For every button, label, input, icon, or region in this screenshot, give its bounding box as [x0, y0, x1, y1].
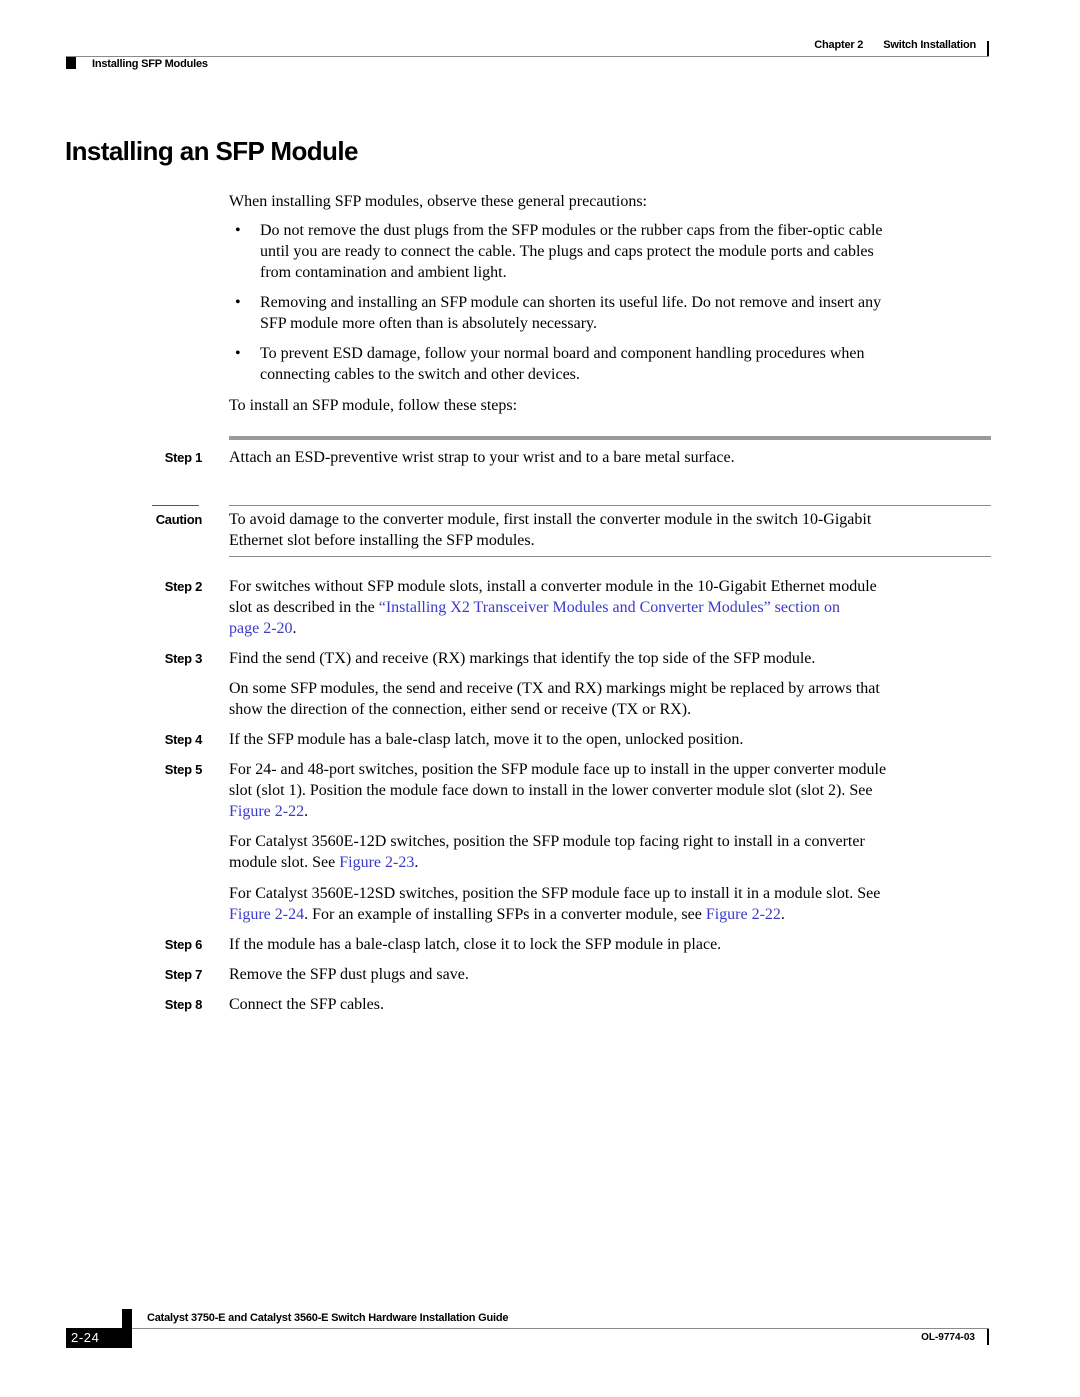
step-text: Remove the SFP dust plugs and save. — [229, 966, 469, 983]
document-number: OL-9774-03 — [921, 1332, 975, 1343]
procedure-rule — [229, 436, 991, 440]
precaution-item: • Do not remove the dust plugs from the … — [235, 222, 883, 281]
figure-link[interactable]: Figure 2-22 — [229, 803, 304, 820]
running-header-section: Installing SFP Modules — [92, 58, 208, 70]
step-label: Step 5 — [164, 762, 203, 777]
figure-link[interactable]: Figure 2-23 — [339, 854, 414, 871]
footer-bar-marker — [987, 1329, 989, 1345]
step-label: Step 7 — [164, 967, 203, 982]
bullet-icon: • — [235, 345, 241, 362]
page-reference-link[interactable]: page 2-20 — [229, 620, 293, 637]
running-header-chapter: Chapter 2 Switch Installation — [814, 39, 976, 51]
step-text: For 24- and 48-port switches, position t… — [229, 761, 887, 820]
precaution-item: • To prevent ESD damage, follow your nor… — [235, 345, 865, 383]
step-label: Step 3 — [164, 651, 203, 666]
step-text: For switches without SFP module slots, i… — [229, 578, 877, 637]
caution-text: To avoid damage to the converter module,… — [229, 511, 872, 549]
footer-rule — [122, 1328, 989, 1329]
caution-rule — [152, 505, 199, 506]
caution-top-rule — [229, 505, 991, 506]
footer-guide-title: Catalyst 3750-E and Catalyst 3560-E Swit… — [147, 1312, 509, 1324]
step-note: For Catalyst 3560E-12SD switches, positi… — [229, 885, 881, 923]
page-title: Installing an SFP Module — [65, 136, 358, 166]
step-text: Find the send (TX) and receive (RX) mark… — [229, 650, 816, 667]
bullet-icon: • — [235, 222, 241, 239]
step-label: Step 1 — [164, 450, 203, 465]
footer-square-marker — [122, 1309, 132, 1329]
figure-link[interactable]: Figure 2-22 — [706, 906, 781, 923]
figure-link[interactable]: Figure 2-24 — [229, 906, 304, 923]
chapter-title: Switch Installation — [883, 39, 976, 51]
step-label: Step 2 — [164, 579, 203, 594]
step-text: If the SFP module has a bale-clasp latch… — [229, 731, 744, 748]
step-note: On some SFP modules, the send and receiv… — [229, 680, 880, 718]
step-text: Attach an ESD-preventive wrist strap to … — [229, 449, 735, 466]
steps-intro: To install an SFP module, follow these s… — [229, 397, 518, 414]
intro-text: When installing SFP modules, observe the… — [229, 193, 647, 210]
chapter-label: Chapter 2 — [814, 39, 864, 51]
step-label: Step 6 — [164, 937, 203, 952]
precaution-item: • Removing and installing an SFP module … — [235, 294, 882, 332]
bullet-icon: • — [235, 294, 241, 311]
caution-label: Caution — [155, 512, 203, 527]
header-bar-marker — [987, 41, 989, 57]
caution-bottom-rule — [229, 556, 991, 557]
header-square-marker — [66, 57, 76, 69]
step-note: For Catalyst 3560E-12D switches, positio… — [229, 833, 865, 871]
step-label: Step 8 — [164, 997, 203, 1012]
step-label: Step 4 — [164, 732, 203, 747]
page-number: 2-24 — [66, 1328, 132, 1348]
step-text: Connect the SFP cables. — [229, 996, 384, 1013]
step-text: If the module has a bale-clasp latch, cl… — [229, 936, 722, 953]
cross-reference-link[interactable]: “Installing X2 Transceiver Modules and C… — [379, 599, 840, 616]
header-rule — [66, 56, 989, 57]
